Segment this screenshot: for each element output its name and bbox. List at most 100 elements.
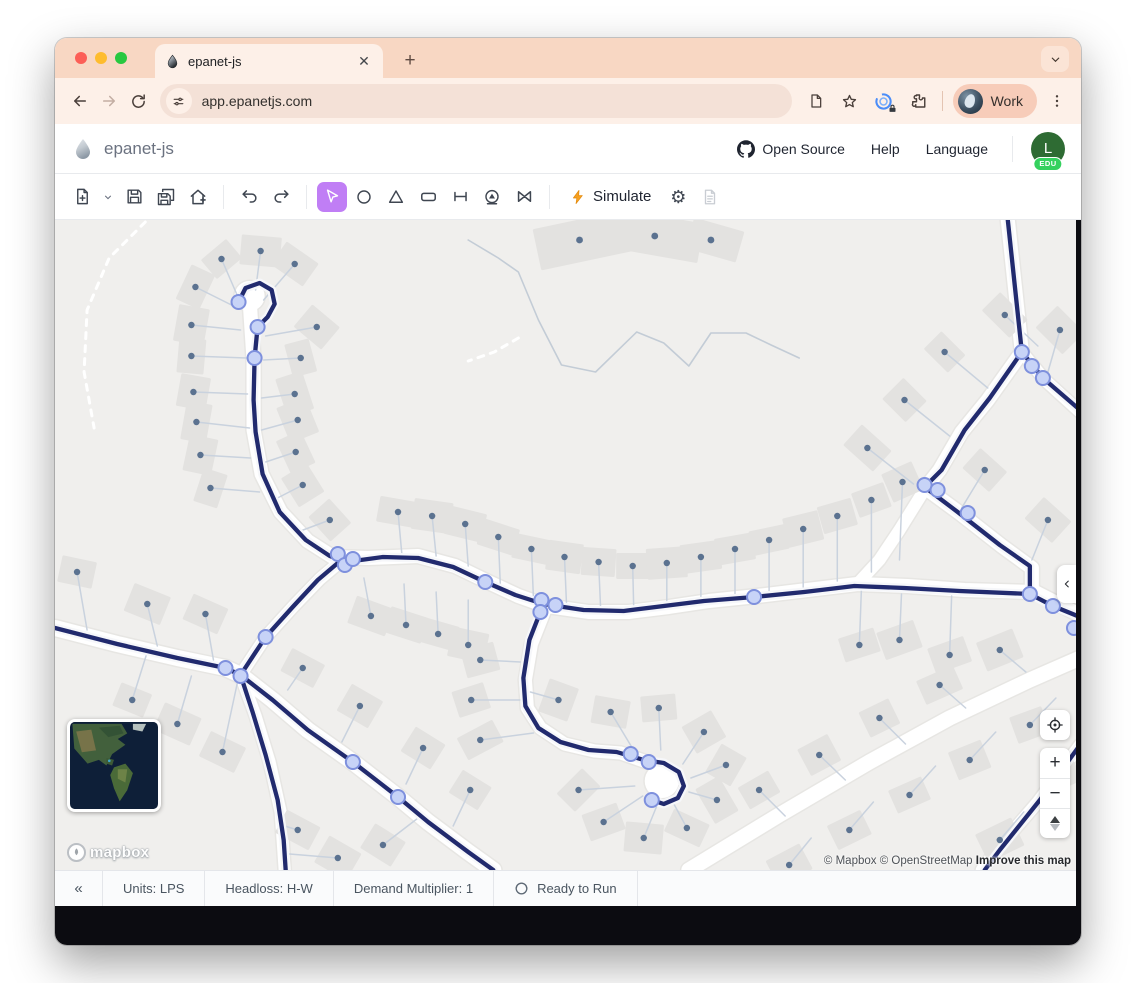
addressbar-actions: Work [802, 84, 1071, 118]
app-toolbar: Simulate ⚙ [55, 174, 1081, 220]
units-status[interactable]: Units: LPS [103, 871, 205, 906]
divider [942, 91, 943, 111]
reservoir-triangle-icon [387, 188, 405, 206]
simulation-settings-button[interactable]: ⚙ [663, 182, 693, 212]
save-button[interactable] [119, 182, 149, 212]
site-settings-icon[interactable] [166, 88, 192, 114]
simulate-button[interactable]: Simulate [560, 181, 661, 213]
open-source-link[interactable]: Open Source [737, 140, 845, 158]
right-edge-strip [1076, 220, 1081, 906]
lock-icon [888, 104, 897, 113]
tank-tool-button[interactable] [413, 182, 443, 212]
reservoir-tool-button[interactable] [381, 182, 411, 212]
lightning-bolt-icon [570, 189, 586, 205]
junction-circle-icon [355, 188, 373, 206]
close-window-button[interactable] [75, 52, 87, 64]
gear-icon: ⚙ [670, 188, 686, 206]
chevron-down-icon [103, 192, 113, 202]
pump-tool-button[interactable] [477, 182, 507, 212]
mapbox-logo[interactable]: mapbox [67, 843, 149, 862]
new-project-menu-chevron[interactable] [99, 182, 117, 212]
bookmark-star-icon[interactable] [836, 87, 864, 115]
minimize-window-button[interactable] [95, 52, 107, 64]
window-bottom-dark-band [55, 906, 1081, 945]
ready-circle-icon [514, 881, 529, 896]
chevron-down-icon [1050, 54, 1061, 65]
zoom-out-button[interactable]: − [1040, 778, 1070, 808]
profile-label: Work [991, 93, 1023, 109]
language-link[interactable]: Language [926, 141, 988, 157]
headloss-label: Headloss: H-W [225, 881, 312, 896]
junction-tool-button[interactable] [349, 182, 379, 212]
url-text: app.epanetjs.com [202, 93, 313, 109]
pitch-toggle-button[interactable] [1040, 808, 1070, 838]
reload-icon [130, 93, 147, 110]
pipe-icon [451, 187, 470, 206]
new-file-icon [73, 187, 92, 206]
browser-menu-kebab-icon[interactable] [1043, 87, 1071, 115]
password-manager-extension-icon[interactable] [870, 87, 898, 115]
divider [306, 185, 307, 209]
github-icon [737, 140, 755, 158]
tank-rect-icon [419, 187, 438, 206]
attribution-mapbox-link[interactable]: © Mapbox [824, 855, 877, 867]
screenshot-stage: { "browser": { "tab_title": "epanet-js",… [0, 0, 1136, 983]
pitch-arrows-icon [1050, 816, 1060, 831]
mapbox-logo-icon [67, 843, 86, 862]
collapse-statusbar-button[interactable]: « [55, 871, 103, 906]
zoom-controls: + − [1040, 748, 1070, 838]
divider [1012, 136, 1013, 162]
expand-panel-tab[interactable] [1057, 565, 1076, 603]
valve-bowtie-icon [515, 187, 534, 206]
geolocate-button[interactable] [1040, 710, 1070, 740]
pump-icon [483, 188, 501, 206]
profile-button[interactable]: Work [953, 84, 1037, 118]
demand-multiplier-status[interactable]: Demand Multiplier: 1 [334, 871, 494, 906]
app-logo-drop-icon [71, 137, 95, 161]
browser-tabstrip: epanet-js ✕ + [55, 38, 1081, 78]
divider [549, 185, 550, 209]
save-copy-button[interactable] [151, 182, 181, 212]
extensions-puzzle-icon[interactable] [904, 87, 932, 115]
redo-button[interactable] [266, 182, 296, 212]
open-source-label: Open Source [762, 141, 845, 157]
back-arrow-icon [71, 92, 89, 110]
headloss-status[interactable]: Headloss: H-W [205, 871, 333, 906]
run-status[interactable]: Ready to Run [494, 871, 638, 906]
minimap-globe[interactable] [67, 719, 161, 812]
reload-button[interactable] [124, 86, 154, 116]
new-tab-button[interactable]: + [397, 48, 423, 74]
demand-label: Demand Multiplier: 1 [354, 881, 473, 896]
new-project-button[interactable] [67, 182, 97, 212]
user-avatar[interactable]: L EDU [1031, 132, 1065, 166]
save-floppy-icon [125, 187, 144, 206]
help-link[interactable]: Help [871, 141, 900, 157]
pipe-tool-button[interactable] [445, 182, 475, 212]
undo-button[interactable] [234, 182, 264, 212]
divider [223, 185, 224, 209]
simulation-report-button[interactable] [695, 182, 725, 212]
map-canvas[interactable] [55, 220, 1076, 870]
redo-icon [272, 187, 291, 206]
undo-icon [240, 187, 259, 206]
tab-search-chevron-button[interactable] [1041, 46, 1069, 72]
zoom-in-button[interactable]: + [1040, 748, 1070, 778]
cursor-icon [324, 188, 341, 205]
app-header: epanet-js Open Source Help Language L ED… [55, 124, 1081, 174]
status-bar: « Units: LPS Headloss: H-W Demand Multip… [55, 870, 1081, 906]
browser-tab[interactable]: epanet-js ✕ [155, 44, 383, 78]
fullscreen-window-button[interactable] [115, 52, 127, 64]
forward-button[interactable] [95, 86, 125, 116]
import-demo-button[interactable] [183, 182, 213, 212]
tab-close-icon[interactable]: ✕ [355, 52, 373, 70]
back-button[interactable] [65, 86, 95, 116]
improve-map-link[interactable]: Improve this map [976, 855, 1071, 867]
valve-tool-button[interactable] [509, 182, 539, 212]
select-tool-button[interactable] [317, 182, 347, 212]
chevron-left-icon [1062, 578, 1072, 590]
reading-mode-icon[interactable] [802, 87, 830, 115]
mapbox-wordmark: mapbox [90, 844, 149, 861]
tab-title: epanet-js [188, 54, 355, 69]
url-bar[interactable]: app.epanetjs.com [160, 84, 792, 118]
attribution-osm-link[interactable]: © OpenStreetMap [880, 855, 973, 867]
